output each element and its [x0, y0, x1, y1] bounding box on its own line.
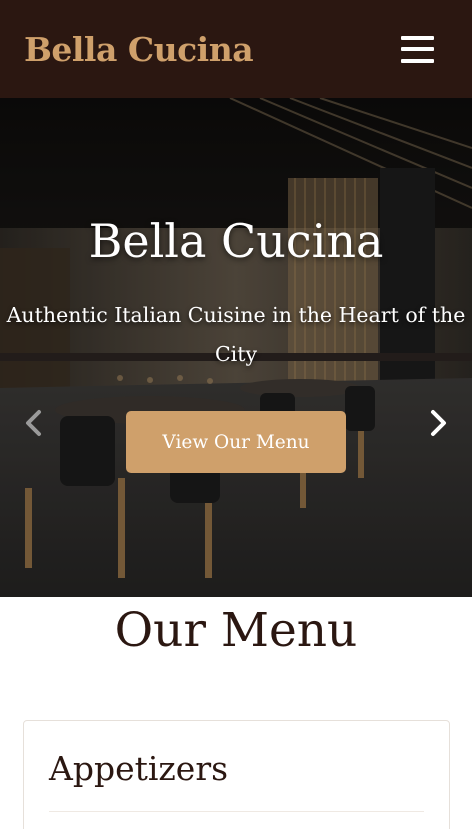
menu-category-card: Appetizers — [23, 720, 450, 829]
navbar: Bella Cucina — [0, 0, 472, 98]
hero-title: Bella Cucina — [88, 214, 384, 268]
chevron-right-icon[interactable] — [426, 408, 450, 438]
brand-logo[interactable]: Bella Cucina — [24, 30, 254, 69]
menu-category-title: Appetizers — [49, 749, 229, 788]
hero-subtitle: Authentic Italian Cuisine in the Heart o… — [6, 303, 466, 366]
chevron-left-icon[interactable] — [22, 408, 46, 438]
view-menu-button[interactable]: View Our Menu — [126, 411, 346, 473]
divider — [49, 811, 424, 812]
hamburger-icon[interactable] — [401, 35, 434, 63]
hero-carousel: Bella Cucina Authentic Italian Cuisine i… — [0, 98, 472, 597]
menu-section-title: Our Menu — [114, 603, 358, 658]
